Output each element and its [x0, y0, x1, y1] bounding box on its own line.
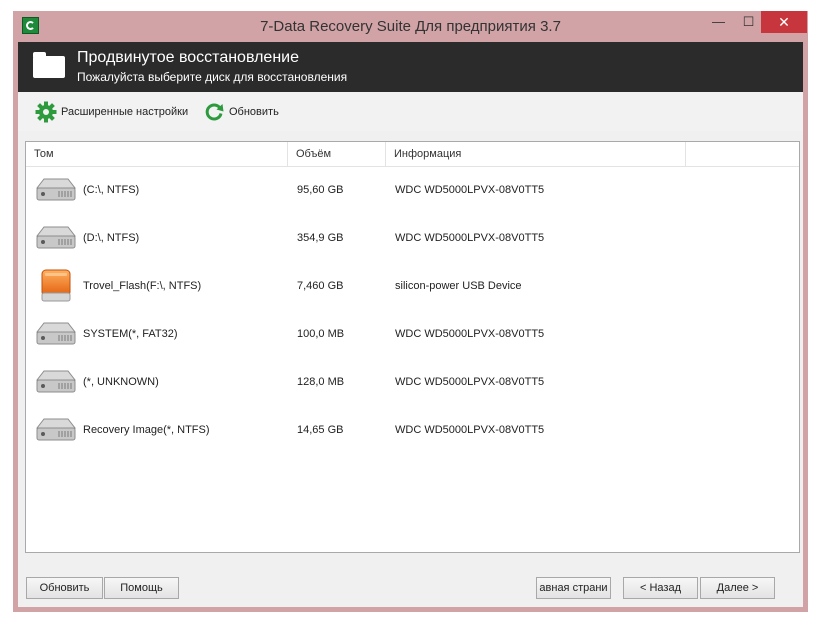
- table-row[interactable]: (C:\, NTFS) 95,60 GB WDC WD5000LPVX-08V0…: [26, 166, 799, 214]
- advanced-settings-label: Расширенные настройки: [61, 106, 189, 118]
- column-header-info[interactable]: Информация: [386, 142, 686, 166]
- refresh-button[interactable]: Обновить: [26, 577, 103, 599]
- hard-drive-icon: [35, 370, 77, 393]
- volume-info: WDC WD5000LPVX-08V0TT5: [395, 328, 545, 340]
- title-bar[interactable]: 7-Data Recovery Suite Для предприятия 3.…: [13, 11, 808, 42]
- maximize-button[interactable]: ☐: [735, 11, 762, 33]
- help-button[interactable]: Помощь: [104, 577, 179, 599]
- column-header-size[interactable]: Объём: [288, 142, 386, 166]
- volume-size: 7,460 GB: [297, 280, 344, 292]
- volume-size: 128,0 MB: [297, 376, 345, 388]
- table-row[interactable]: (*, UNKNOWN) 128,0 MB WDC WD5000LPVX-08V…: [26, 358, 799, 406]
- volume-info: WDC WD5000LPVX-08V0TT5: [395, 376, 545, 388]
- column-header-volume[interactable]: Том: [26, 142, 288, 166]
- volume-info: silicon-power USB Device: [395, 280, 522, 292]
- page-title: Продвинутое восстановление: [77, 49, 299, 66]
- volume-name: (*, UNKNOWN): [83, 376, 159, 388]
- volume-name: SYSTEM(*, FAT32): [83, 328, 178, 340]
- wizard-header: Продвинутое восстановление Пожалуйста вы…: [18, 42, 803, 92]
- list-header: Том Объём Информация: [26, 142, 799, 167]
- toolbar: Расширенные настройки Обновить: [18, 92, 803, 132]
- volume-info: WDC WD5000LPVX-08V0TT5: [395, 424, 545, 436]
- window-title: 7-Data Recovery Suite Для предприятия 3.…: [260, 18, 561, 35]
- refresh-icon: [205, 103, 224, 121]
- folder-icon: [33, 52, 65, 78]
- app-window: 7-Data Recovery Suite Для предприятия 3.…: [13, 11, 808, 612]
- table-row[interactable]: (D:\, NTFS) 354,9 GB WDC WD5000LPVX-08V0…: [26, 214, 799, 262]
- volume-size: 14,65 GB: [297, 424, 344, 436]
- volume-size: 100,0 MB: [297, 328, 345, 340]
- gear-icon: [35, 101, 57, 123]
- volume-list[interactable]: Том Объём Информация (C:\, NTFS) 95,60 G…: [25, 141, 800, 553]
- close-button[interactable]: ✕: [761, 11, 807, 33]
- main-content: Том Объём Информация (C:\, NTFS) 95,60 G…: [18, 131, 803, 607]
- table-row[interactable]: Recovery Image(*, NTFS) 14,65 GB WDC WD5…: [26, 406, 799, 454]
- refresh-toolbar-button[interactable]: Обновить: [203, 101, 279, 123]
- volume-name: Trovel_Flash(F:\, NTFS): [83, 280, 202, 292]
- volume-name: (D:\, NTFS): [83, 232, 140, 244]
- usb-drive-icon: [41, 269, 71, 302]
- table-row[interactable]: SYSTEM(*, FAT32) 100,0 MB WDC WD5000LPVX…: [26, 310, 799, 358]
- next-button[interactable]: Далее >: [700, 577, 775, 599]
- volume-info: WDC WD5000LPVX-08V0TT5: [395, 232, 545, 244]
- volume-info: WDC WD5000LPVX-08V0TT5: [395, 184, 545, 196]
- hard-drive-icon: [35, 226, 77, 249]
- back-button[interactable]: < Назад: [623, 577, 698, 599]
- page-subtitle: Пожалуйста выберите диск для восстановле…: [77, 70, 348, 84]
- hard-drive-icon: [35, 322, 77, 345]
- hard-drive-icon: [35, 178, 77, 201]
- hard-drive-icon: [35, 418, 77, 441]
- volume-name: Recovery Image(*, NTFS): [83, 424, 210, 436]
- advanced-settings-button[interactable]: Расширенные настройки: [35, 101, 188, 123]
- minimize-button[interactable]: —: [705, 11, 732, 33]
- volume-size: 354,9 GB: [297, 232, 344, 244]
- table-row[interactable]: Trovel_Flash(F:\, NTFS) 7,460 GB silicon…: [26, 262, 799, 310]
- refresh-toolbar-label: Обновить: [229, 106, 279, 118]
- volume-name: (C:\, NTFS): [83, 184, 140, 196]
- main-page-button[interactable]: авная страни: [536, 577, 611, 599]
- volume-size: 95,60 GB: [297, 184, 344, 196]
